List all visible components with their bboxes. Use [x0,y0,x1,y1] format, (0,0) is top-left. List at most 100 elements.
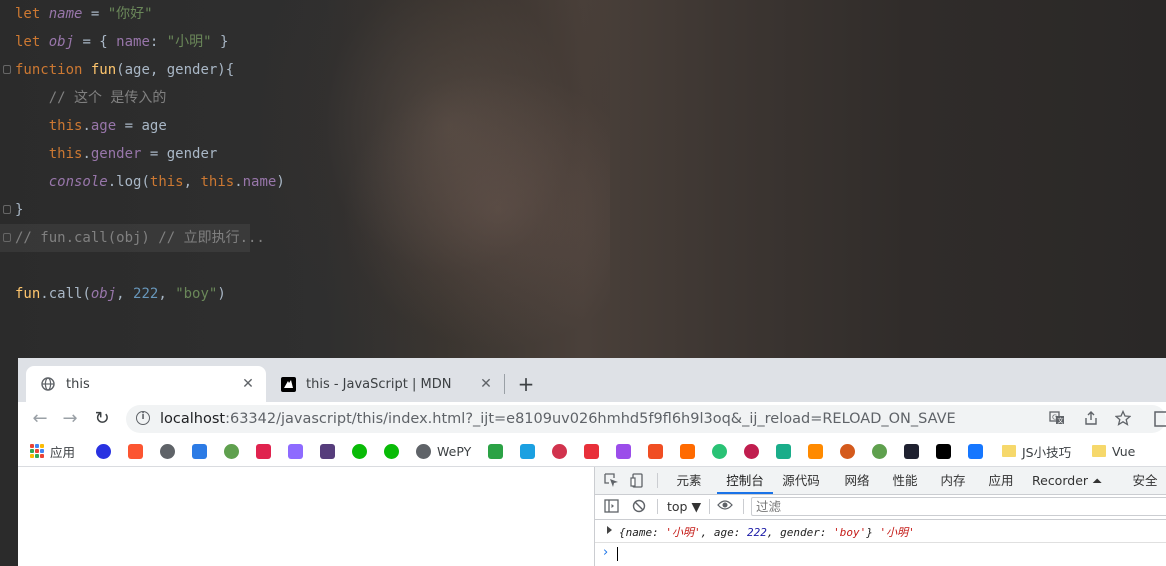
devtools-tabs: 元素 控制台 源代码 网络 性能 内存 应用 Recorder ⏶ 安全 [595,467,1166,495]
bookmark-item[interactable]: 应用 [30,442,75,460]
fold-marker-icon[interactable] [3,65,11,74]
bookmark-item[interactable] [288,442,303,460]
bookmark-item[interactable] [968,442,983,460]
fold-marker-icon[interactable] [3,205,11,214]
bookmark-item[interactable] [680,442,695,460]
code-line[interactable]: } [3,196,23,224]
devtools-tab[interactable]: 应用 [983,467,1019,494]
devtools-tab[interactable]: 安全 [1127,467,1163,494]
bookmark-item[interactable] [352,442,367,460]
expand-arrow-icon[interactable] [607,526,612,534]
code-editor[interactable]: let name = "你好" let obj = { name: "小明" } f… [0,0,1166,358]
bookmark-item[interactable] [584,442,599,460]
bookmark-item[interactable] [648,442,663,460]
bookmark-item[interactable] [256,442,271,460]
browser-window: this ✕ this - JavaScript | MDN ✕ + ← → ↻… [18,358,1166,566]
back-button[interactable]: ← [28,407,52,431]
bookmark-item[interactable] [224,442,239,460]
bookmark-item[interactable] [776,442,791,460]
device-toggle-icon[interactable] [629,473,645,489]
code-token: // fun.call(obj) // 立即执行... [15,230,265,246]
bookmark-item[interactable] [840,442,855,460]
console-log-entry[interactable]: {name: '小明', age: 222, gender: 'boy'} '小… [595,520,1166,543]
bookmark-item[interactable] [160,442,175,460]
url-text[interactable]: localhost:63342/javascript/this/index.ht… [160,405,956,433]
code-line[interactable]: this.age = age [15,112,167,140]
code-token: let [15,34,49,50]
extension-icon[interactable] [1152,411,1166,429]
bookmark-item[interactable] [808,442,823,460]
close-icon[interactable]: ✕ [478,376,494,392]
bookmark-item[interactable] [192,442,207,460]
bookmark-item[interactable] [520,442,535,460]
code-token: let [15,6,49,22]
tab-mdn[interactable]: this - JavaScript | MDN ✕ [266,366,504,402]
devtools-tab[interactable]: 内存 [935,467,971,494]
bookmark-label: JS小技巧 [1022,444,1072,460]
bookmark-item[interactable]: WePY [416,442,471,460]
code-line[interactable]: // fun.call(obj) // 立即执行... [3,224,265,252]
star-icon[interactable] [1114,409,1132,428]
devtools-tab[interactable]: 性能 [887,467,923,494]
bookmark-item[interactable] [384,442,399,460]
code-token: .log( [107,174,150,190]
code-line[interactable]: let obj = { name: "小明" } [15,28,228,56]
code-line[interactable]: fun.call(obj, 222, "boy") [15,280,226,308]
bookmark-item[interactable] [488,442,503,460]
bookmark-item[interactable] [712,442,727,460]
address-bar[interactable]: i localhost:63342/javascript/this/index.… [126,405,1166,433]
code-line[interactable]: // 这个 是传入的 [15,84,167,112]
inspect-icon[interactable] [603,473,619,489]
bookmark-item[interactable] [904,442,919,460]
info-icon[interactable]: i [136,411,150,425]
code-token: this [48,146,83,162]
bookmark-item[interactable] [744,442,759,460]
translate-icon[interactable]: G文 [1048,410,1066,428]
code-line[interactable]: console.log(this, this.name) [15,168,285,196]
code-token: 222 [133,286,159,302]
eye-icon[interactable] [717,499,733,515]
sidebar-toggle-icon[interactable] [603,499,619,515]
code-line[interactable]: let name = "你好" [15,0,153,28]
new-tab-button[interactable]: + [514,372,538,396]
console-prompt[interactable]: › [595,543,1166,565]
code-line[interactable]: this.gender = gender [15,140,218,168]
devtools-tab[interactable]: 源代码 [779,467,823,494]
bookmark-item[interactable] [936,442,951,460]
bookmark-label: 应用 [50,444,76,460]
bookmark-item[interactable] [320,442,335,460]
bookmark-item[interactable]: JS小技巧 [1002,442,1071,460]
close-icon[interactable]: ✕ [240,376,256,392]
bookmark-item[interactable] [96,442,111,460]
code-line[interactable]: function fun(age, gender){ [3,56,234,84]
bookmark-item[interactable] [616,442,631,460]
devtools-tab[interactable]: 元素 [669,467,709,494]
fold-marker-icon[interactable] [3,233,11,242]
filter-input[interactable] [751,497,1166,516]
code-token: . [82,146,91,162]
log-message: {name: '小明', age: 222, gender: 'boy'} '小… [619,526,915,539]
s-red-icon [584,443,599,459]
clear-console-icon[interactable] [631,499,647,515]
forward-button[interactable]: → [58,407,82,431]
bookmark-item[interactable] [872,442,887,460]
devtools-panel: 元素控制台源代码网络性能内存应用 Recorder ⏶ 安全 top ▼ {name… [594,467,1166,566]
bookmark-item[interactable] [128,442,143,460]
tab-this[interactable]: this ✕ [26,366,266,402]
bookmark-item[interactable] [552,442,567,460]
context-select[interactable]: top ▼ [667,499,701,514]
hex-icon [776,443,791,459]
reload-button[interactable]: ↻ [90,407,114,431]
share-icon[interactable] [1082,410,1100,428]
devtools-tab[interactable]: 控制台 [717,467,773,494]
code-token: age [90,118,117,134]
code-token: this [149,174,184,190]
prompt-chevron-icon: › [603,545,609,560]
code-token: ) [276,174,285,190]
devtools-tab[interactable]: 网络 [839,467,875,494]
code-token: name [116,34,150,50]
node-icon [224,443,239,459]
devtools-separator [709,499,710,514]
bookmark-item[interactable]: Vue [1092,442,1135,460]
devtools-tab[interactable]: Recorder ⏶ [1029,467,1105,494]
